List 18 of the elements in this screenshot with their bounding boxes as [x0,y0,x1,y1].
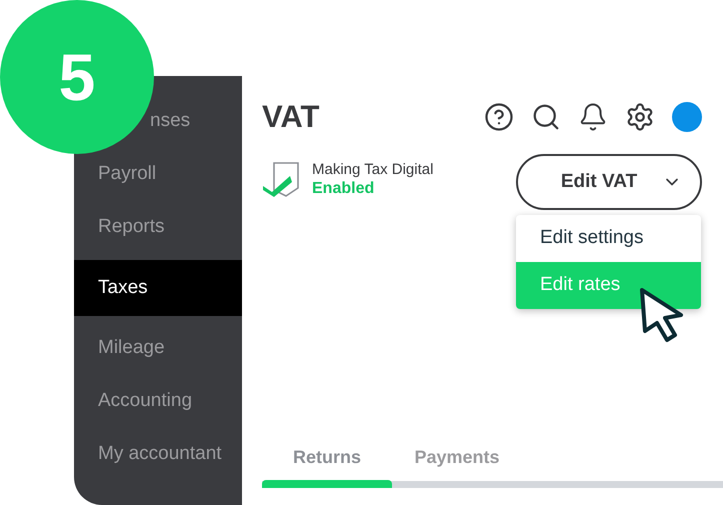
bell-icon[interactable] [578,102,608,132]
sidebar-item[interactable]: Accounting [74,381,242,422]
edit-vat-button[interactable]: Edit VAT [516,154,702,210]
avatar[interactable] [672,102,702,132]
tab[interactable]: Returns [262,441,392,473]
page-title: VAT [262,98,320,136]
search-icon[interactable] [531,102,561,132]
sidebar-item[interactable]: Payroll [74,154,242,195]
tab[interactable]: Payments [392,441,522,473]
help-icon[interactable] [484,102,514,132]
settings-icon[interactable] [625,102,655,132]
sidebar-item[interactable]: Reports [74,207,242,248]
mtd-label: Making Tax Digital [312,160,434,179]
mtd-status: Enabled [312,179,376,198]
sidebar-item[interactable]: Mileage [74,328,242,369]
sidebar-item[interactable]: Taxes [74,260,242,316]
menu-item[interactable]: Edit settings [516,215,701,262]
sidebar-item[interactable]: My accountant [74,434,242,475]
